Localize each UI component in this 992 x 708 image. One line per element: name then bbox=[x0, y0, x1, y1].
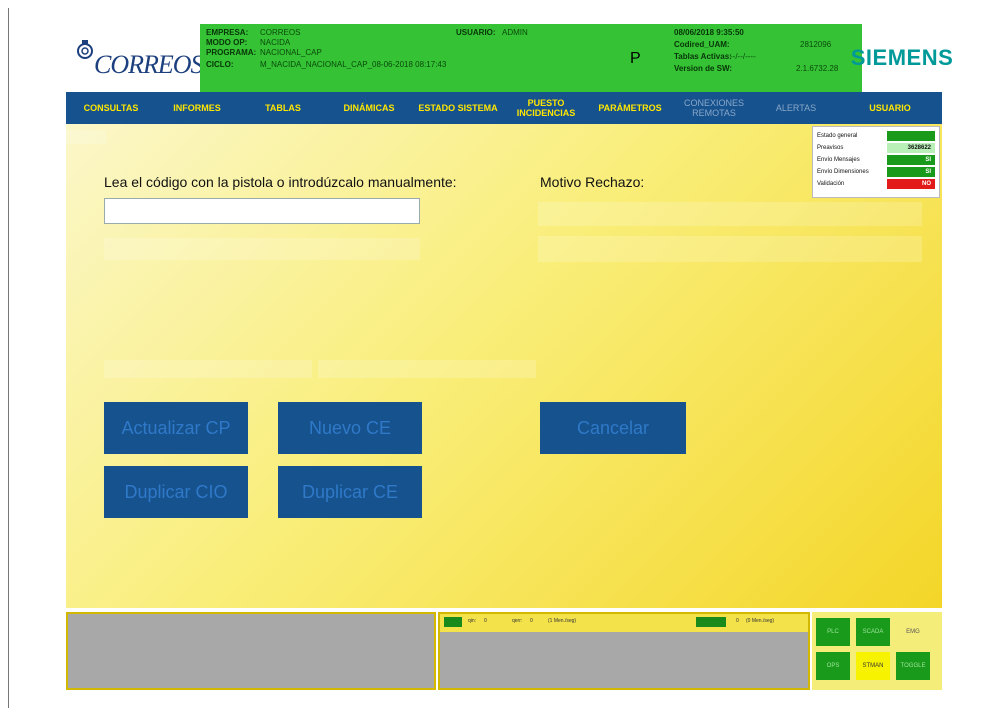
message-panel-left bbox=[66, 612, 436, 690]
status-label: Preavisos bbox=[817, 145, 844, 151]
status-label: Validación bbox=[817, 181, 845, 187]
status-label: Envío Dimensiones bbox=[817, 169, 869, 175]
tablas-value: --/--/---- bbox=[730, 52, 756, 61]
status-value: SI bbox=[887, 167, 935, 177]
status-label: Envío Mensajes bbox=[817, 157, 860, 163]
code-prompt-label: Lea el código con la pistola o introdúzc… bbox=[104, 174, 457, 190]
modo-label: MODO OP: bbox=[206, 38, 248, 47]
menu-usuario[interactable]: USUARIO bbox=[840, 92, 940, 124]
codired-value: 2812096 bbox=[800, 40, 832, 49]
usuario-value: ADMIN bbox=[502, 28, 528, 37]
siemens-logo: SIEMENS bbox=[851, 24, 953, 92]
nuevo-ce-button[interactable]: Nuevo CE bbox=[278, 402, 422, 454]
header-info-panel: EMPRESA: CORREOS MODO OP: NACIDA PROGRAM… bbox=[200, 24, 862, 92]
indicator-panel: PLC SCADA EMG OPS STMAN TOGGLE bbox=[812, 612, 942, 690]
queue-led bbox=[696, 617, 726, 627]
code-input[interactable] bbox=[104, 198, 420, 224]
menu-alertas: ALERTAS bbox=[775, 103, 817, 113]
right-value: 0 bbox=[736, 618, 739, 624]
status-value: 3628622 bbox=[887, 143, 935, 153]
menu-puesto-incidencias[interactable]: PUESTO INCIDENCIAS bbox=[506, 92, 586, 124]
version-value: 2.1.6732.28 bbox=[796, 64, 839, 73]
status-value: NO bbox=[887, 179, 935, 189]
usuario-label: USUARIO: bbox=[456, 28, 496, 37]
menu-conexiones-remotas: CONEXIONES REMOTAS bbox=[683, 98, 744, 118]
ghost-field bbox=[538, 236, 922, 262]
menu-parametros[interactable]: PARÁMETROS bbox=[588, 92, 672, 124]
actualizar-cp-button[interactable]: Actualizar CP bbox=[104, 402, 248, 454]
ghost-field bbox=[104, 238, 420, 260]
ghost-field bbox=[318, 360, 536, 378]
datetime: 08/06/2018 9:35:50 bbox=[674, 28, 744, 37]
menu-estado-sistema[interactable]: ESTADO SISTEMA bbox=[412, 92, 504, 124]
tablas-label: Tablas Activas: bbox=[674, 52, 732, 61]
ghost-field bbox=[538, 202, 922, 226]
indicator-emg: EMG bbox=[896, 618, 930, 646]
status-value bbox=[887, 131, 935, 141]
indicator-plc: PLC bbox=[816, 618, 850, 646]
main-menu: CONSULTAS INFORMES TABLAS DINÁMICAS ESTA… bbox=[66, 92, 942, 124]
ciclo-value: M_NACIDA_NACIONAL_CAP_08-06-2018 08:17:4… bbox=[260, 60, 447, 69]
correos-logo: CORREOS bbox=[66, 24, 204, 92]
codired-label: Codired_UAM: bbox=[674, 40, 730, 49]
empresa-value: CORREOS bbox=[260, 28, 301, 37]
message-panel-right: qin: 0 qerr: 0 (1 Men./seg) 0 (0 Men./se… bbox=[438, 612, 810, 690]
indicator-stman: STMAN bbox=[856, 652, 890, 680]
qerr-value: 0 bbox=[530, 618, 533, 624]
programa-value: NACIONAL_CAP bbox=[260, 48, 322, 57]
indicator-scada: SCADA bbox=[856, 618, 890, 646]
app-window: CORREOS EMPRESA: CORREOS MODO OP: NACIDA… bbox=[66, 24, 953, 692]
empresa-label: EMPRESA: bbox=[206, 28, 249, 37]
cancelar-button[interactable]: Cancelar bbox=[540, 402, 686, 454]
queue-status-bar: qin: 0 qerr: 0 (1 Men./seg) 0 (0 Men./se… bbox=[440, 614, 808, 632]
indicator-ops: OPS bbox=[816, 652, 850, 680]
qin-value: 0 bbox=[484, 618, 487, 624]
msg-rate-right: (0 Men./seg) bbox=[746, 618, 775, 624]
logo-text: CORREOS bbox=[94, 50, 204, 79]
post-horn-icon bbox=[77, 40, 93, 59]
queue-led bbox=[444, 617, 462, 627]
main-panel: Lea el código con la pistola o introdúzc… bbox=[66, 124, 942, 608]
ghost-field bbox=[104, 360, 312, 378]
qerr-label: qerr: bbox=[512, 618, 523, 624]
menu-informes[interactable]: INFORMES bbox=[154, 92, 240, 124]
ghost-field bbox=[66, 130, 106, 144]
ciclo-label: CICLO: bbox=[206, 60, 234, 69]
indicator-toggle: TOGGLE bbox=[896, 652, 930, 680]
reject-reason-label: Motivo Rechazo: bbox=[540, 174, 645, 190]
duplicar-ce-button[interactable]: Duplicar CE bbox=[278, 466, 422, 518]
programa-label: PROGRAMA: bbox=[206, 48, 257, 57]
menu-consultas[interactable]: CONSULTAS bbox=[68, 92, 154, 124]
status-label: Estado general bbox=[817, 133, 858, 139]
msg-rate-left: (1 Men./seg) bbox=[548, 618, 577, 624]
qin-label: qin: bbox=[468, 618, 477, 624]
status-value: SI bbox=[887, 155, 935, 165]
menu-dinamicas[interactable]: DINÁMICAS bbox=[326, 92, 412, 124]
mode-letter: P bbox=[630, 50, 641, 67]
status-panel: Estado general Preavisos 3628622 Envío M… bbox=[812, 126, 940, 198]
menu-tablas[interactable]: TABLAS bbox=[240, 92, 326, 124]
version-label: Version de SW: bbox=[674, 64, 733, 73]
duplicar-cio-button[interactable]: Duplicar CIO bbox=[104, 466, 248, 518]
modo-value: NACIDA bbox=[260, 38, 291, 47]
